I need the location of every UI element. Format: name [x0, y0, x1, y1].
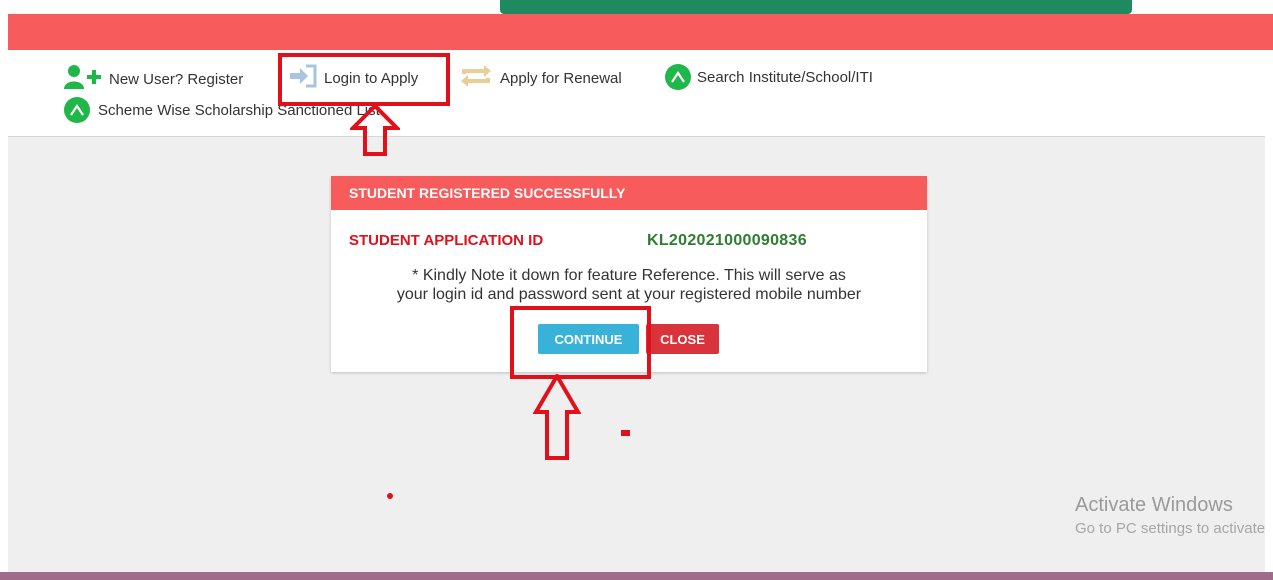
app-id-label: STUDENT APPLICATION ID [349, 232, 544, 249]
annotation-dot [387, 493, 393, 499]
left-gutter [0, 14, 8, 580]
activate-windows-subtitle: Go to PC settings to activate Windows. [1075, 520, 1265, 537]
reference-note: * Kindly Note it down for feature Refere… [331, 266, 927, 304]
continue-highlight-box [510, 306, 651, 379]
nav-item-label: Apply for Renewal [500, 69, 622, 87]
up-arrow-icon [350, 104, 400, 156]
nav-bar: New User? Register Login to Apply Apply … [8, 50, 1273, 137]
nav-item-label: Search Institute/School/ITI [697, 68, 873, 86]
right-gutter [1265, 136, 1273, 580]
top-strip [0, 0, 1273, 14]
login-highlight-box [278, 53, 450, 106]
nav-item-label: New User? Register [109, 70, 244, 88]
app-id-value: KL202021000090836 [647, 232, 807, 249]
renewal-icon [458, 64, 494, 92]
close-button[interactable]: CLOSE [646, 324, 719, 354]
add-user-icon [63, 64, 103, 94]
list-circle-icon [64, 97, 90, 123]
site-banner [500, 0, 1132, 14]
activate-windows-title: Activate Windows [1075, 494, 1233, 516]
modal-header: STUDENT REGISTERED SUCCESSFULLY [331, 176, 927, 210]
header-bar [8, 14, 1273, 50]
note-line-2: your login id and password sent at your … [396, 286, 862, 303]
annotation-dot [621, 430, 630, 436]
taskbar [0, 572, 1273, 580]
nav-item-register[interactable]: New User? Register [63, 64, 243, 94]
nav-item-search-institute[interactable]: Search Institute/School/ITI [665, 64, 873, 90]
search-circle-icon [665, 64, 691, 90]
note-line-1: * Kindly Note it down for feature Refere… [412, 267, 846, 284]
up-arrow-icon [533, 374, 581, 460]
nav-item-renewal[interactable]: Apply for Renewal [458, 64, 622, 92]
